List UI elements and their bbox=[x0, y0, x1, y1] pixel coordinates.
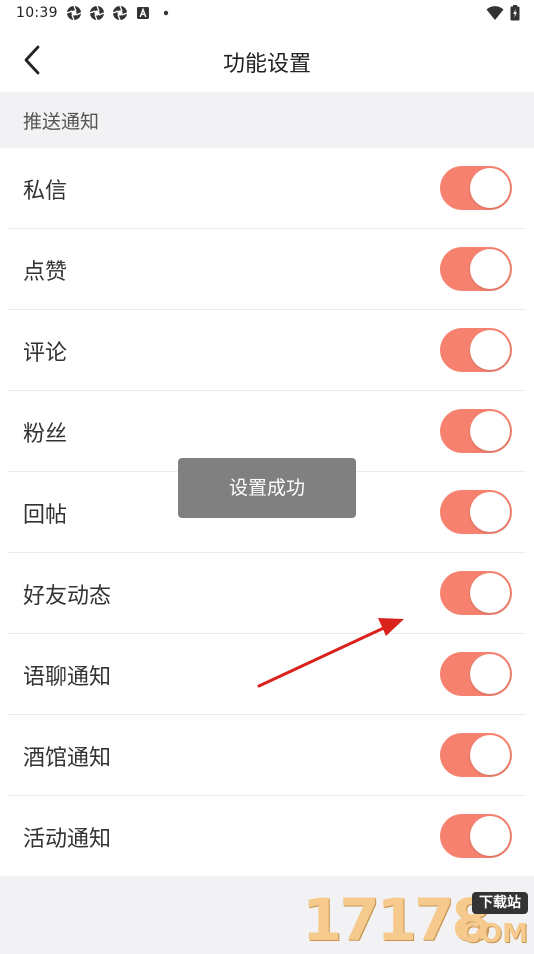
toggle-knob bbox=[470, 654, 510, 694]
toggle-knob bbox=[470, 816, 510, 856]
setting-label: 好友动态 bbox=[23, 584, 112, 609]
comments-toggle[interactable] bbox=[440, 328, 512, 372]
setting-row-comments: 评论 bbox=[0, 310, 534, 391]
setting-label: 回帖 bbox=[23, 503, 68, 528]
watermark-logo: 17178 下载站 COM bbox=[302, 890, 534, 950]
watermark-badge: 下载站 bbox=[472, 892, 528, 914]
toggle-knob bbox=[470, 492, 510, 532]
watermark-suffix: COM bbox=[460, 919, 528, 949]
setting-label: 活动通知 bbox=[23, 827, 112, 852]
setting-label: 点赞 bbox=[23, 260, 68, 285]
tavern-toggle[interactable] bbox=[440, 733, 512, 777]
private-message-toggle[interactable] bbox=[440, 166, 512, 210]
setting-label: 酒馆通知 bbox=[23, 746, 112, 771]
toggle-knob bbox=[470, 168, 510, 208]
toggle-knob bbox=[470, 249, 510, 289]
status-time: 10:39 bbox=[16, 5, 58, 21]
aperture-icon bbox=[89, 5, 105, 21]
section-header: 推送通知 bbox=[0, 92, 534, 148]
page-title: 功能设置 bbox=[222, 52, 311, 77]
status-bar: 10:39 bbox=[0, 0, 534, 28]
toggle-knob bbox=[470, 735, 510, 775]
toggle-knob bbox=[470, 411, 510, 451]
toggle-knob bbox=[470, 330, 510, 370]
setting-row-likes: 点赞 bbox=[0, 229, 534, 310]
setting-row-friend-activity: 好友动态 bbox=[0, 553, 534, 634]
nav-bar: 功能设置 bbox=[0, 28, 534, 92]
setting-row-private-message: 私信 bbox=[0, 148, 534, 229]
likes-toggle[interactable] bbox=[440, 247, 512, 291]
setting-label: 粉丝 bbox=[23, 422, 68, 447]
dot-icon bbox=[163, 10, 169, 16]
setting-row-events: 活动通知 bbox=[0, 796, 534, 877]
setting-row-tavern: 酒馆通知 bbox=[0, 715, 534, 796]
voice-chat-toggle[interactable] bbox=[440, 652, 512, 696]
setting-label: 评论 bbox=[23, 341, 68, 366]
toggle-knob bbox=[470, 573, 510, 613]
setting-row-voice-chat: 语聊通知 bbox=[0, 634, 534, 715]
status-system-icons bbox=[486, 5, 520, 21]
status-notification-icons bbox=[66, 5, 174, 21]
battery-icon bbox=[510, 5, 520, 21]
fans-toggle[interactable] bbox=[440, 409, 512, 453]
replies-toggle[interactable] bbox=[440, 490, 512, 534]
friend-activity-toggle[interactable] bbox=[440, 571, 512, 615]
toast-message: 设置成功 bbox=[178, 458, 356, 518]
wifi-icon bbox=[486, 6, 504, 20]
aperture-icon bbox=[112, 5, 128, 21]
setting-label: 私信 bbox=[23, 179, 68, 204]
section-title: 推送通知 bbox=[23, 111, 100, 133]
a-box-icon bbox=[137, 7, 149, 19]
setting-label: 语聊通知 bbox=[23, 665, 112, 690]
aperture-icon bbox=[66, 5, 82, 21]
events-toggle[interactable] bbox=[440, 814, 512, 858]
